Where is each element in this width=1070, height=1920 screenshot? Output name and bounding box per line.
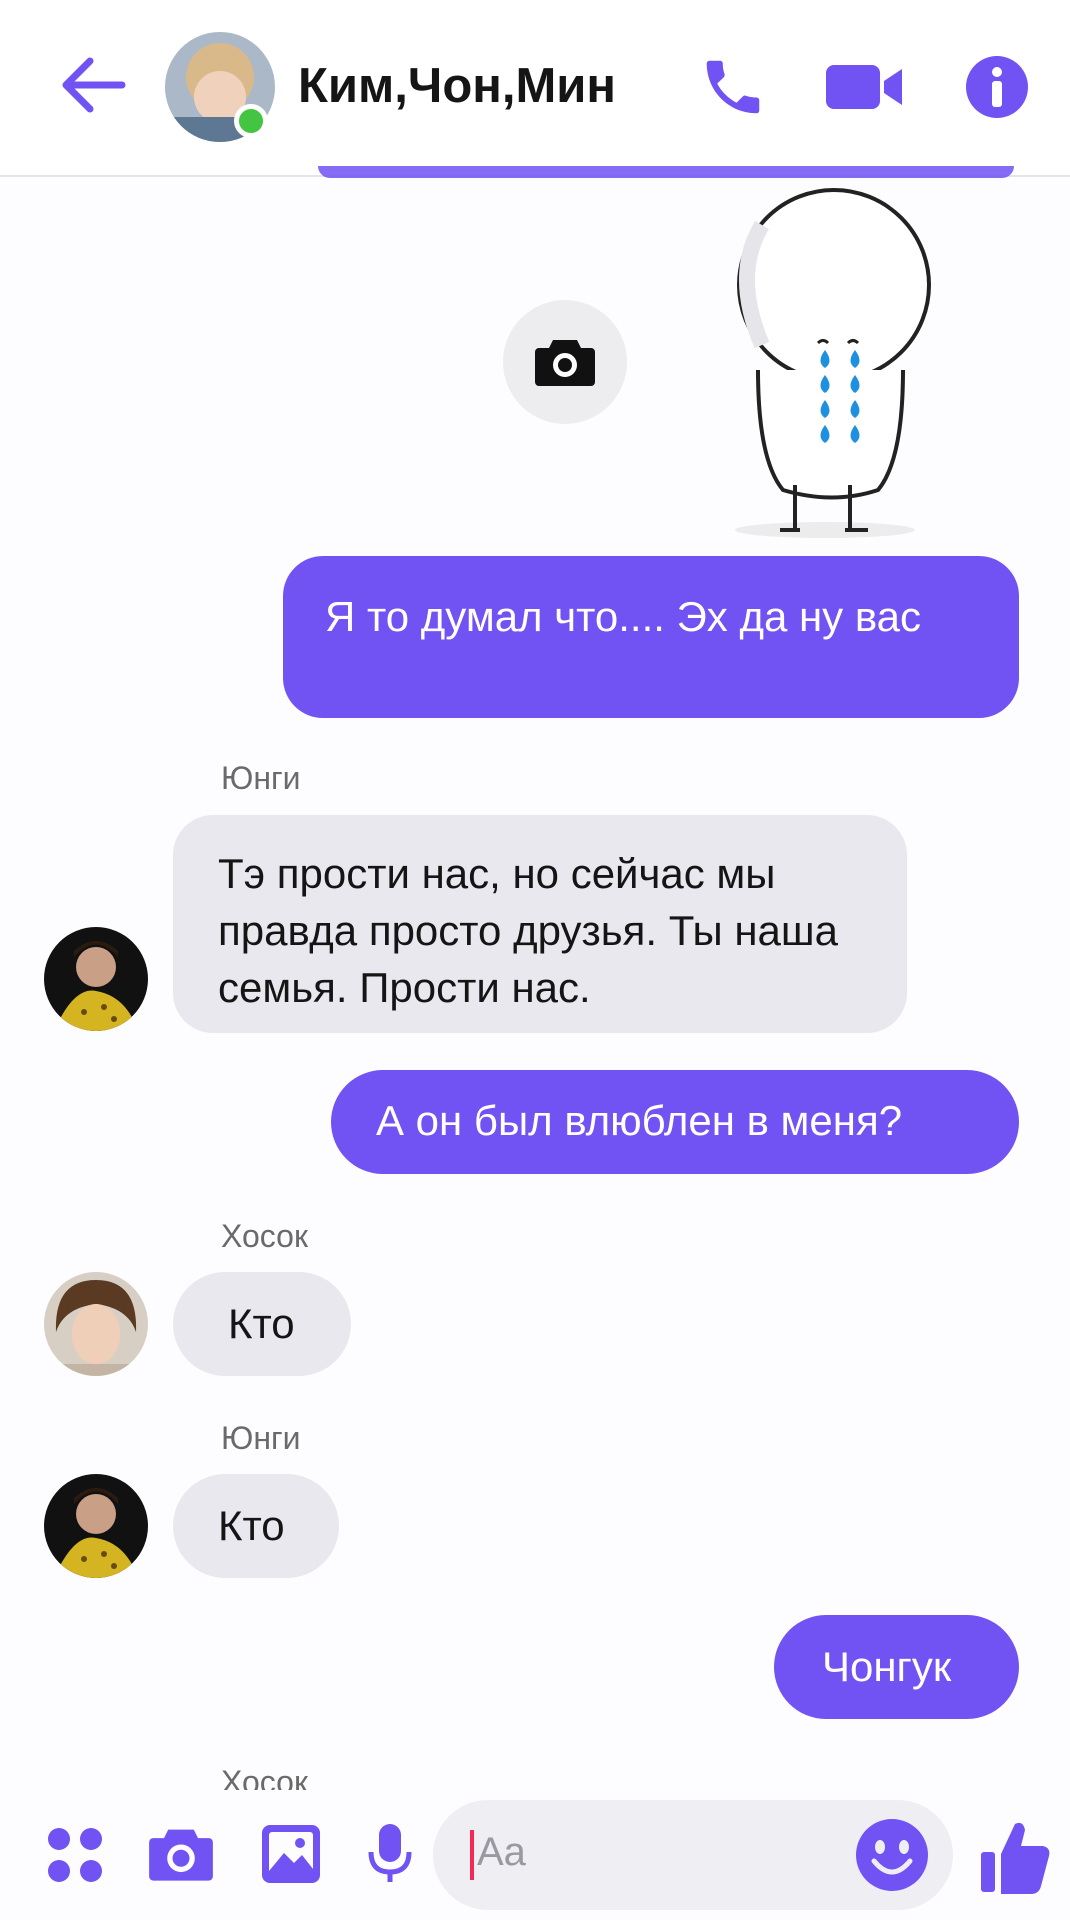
conversation-title[interactable]: Ким,Чон,Мин [298,58,616,114]
message-bubble-incoming[interactable]: Тэ прости нас, но сейчас мы правда прост… [173,815,907,1033]
like-button[interactable] [970,1812,1060,1902]
phone-icon [706,60,760,114]
sender-avatar-yoongi[interactable] [44,1474,148,1578]
video-camera-icon [826,65,902,109]
message-text: Кто [228,1300,295,1347]
message-input-placeholder: Aa [477,1830,526,1874]
message-text: Я то думал что.... Эх да ну вас [325,593,922,640]
message-text: А он был влюблен в меня? [376,1097,903,1144]
message-text: Чонгук [822,1643,952,1690]
crying-sticker[interactable] [700,185,950,545]
chat-header: Ким,Чон,Мин [0,0,1070,177]
video-call-button[interactable] [812,42,916,132]
previous-message-edge [318,166,1014,178]
camera-button[interactable] [145,1818,217,1890]
apps-button[interactable] [40,1820,110,1890]
gallery-button[interactable] [255,1818,327,1890]
sender-avatar-yoongi[interactable] [44,927,148,1031]
message-text: Тэ прости нас, но сейчас мы правда прост… [218,850,838,1011]
camera-icon [149,1829,213,1881]
message-bubble-outgoing[interactable]: А он был влюблен в меня? [331,1070,1019,1174]
emoji-icon [856,1819,928,1891]
info-button[interactable] [952,42,1042,132]
message-bubble-outgoing[interactable]: Я то думал что.... Эх да ну вас [283,556,1019,718]
voice-call-button[interactable] [688,42,778,132]
sender-name: Хосок [221,1218,308,1254]
online-status-dot [234,104,268,138]
message-bubble-incoming[interactable]: Кто [173,1474,339,1578]
back-arrow-icon [62,57,125,113]
image-gallery-icon [262,1825,320,1883]
emoji-button[interactable] [852,1815,932,1895]
message-text: Кто [218,1502,285,1549]
microphone-icon [368,1824,412,1882]
message-bubble-outgoing[interactable]: Чонгук [774,1615,1019,1719]
apps-grid-icon [48,1828,102,1882]
info-icon [966,56,1028,118]
text-caret [470,1830,474,1880]
sender-name: Юнги [221,760,301,796]
voice-message-button[interactable] [360,1818,420,1890]
sender-name: Юнги [221,1420,301,1456]
message-bubble-incoming[interactable]: Кто [173,1272,351,1376]
sender-avatar-hoseok[interactable] [44,1272,148,1376]
thumbs-up-icon [981,1822,1050,1894]
back-button[interactable] [55,40,130,130]
camera-icon [535,340,595,386]
quick-camera-button[interactable] [503,300,627,424]
